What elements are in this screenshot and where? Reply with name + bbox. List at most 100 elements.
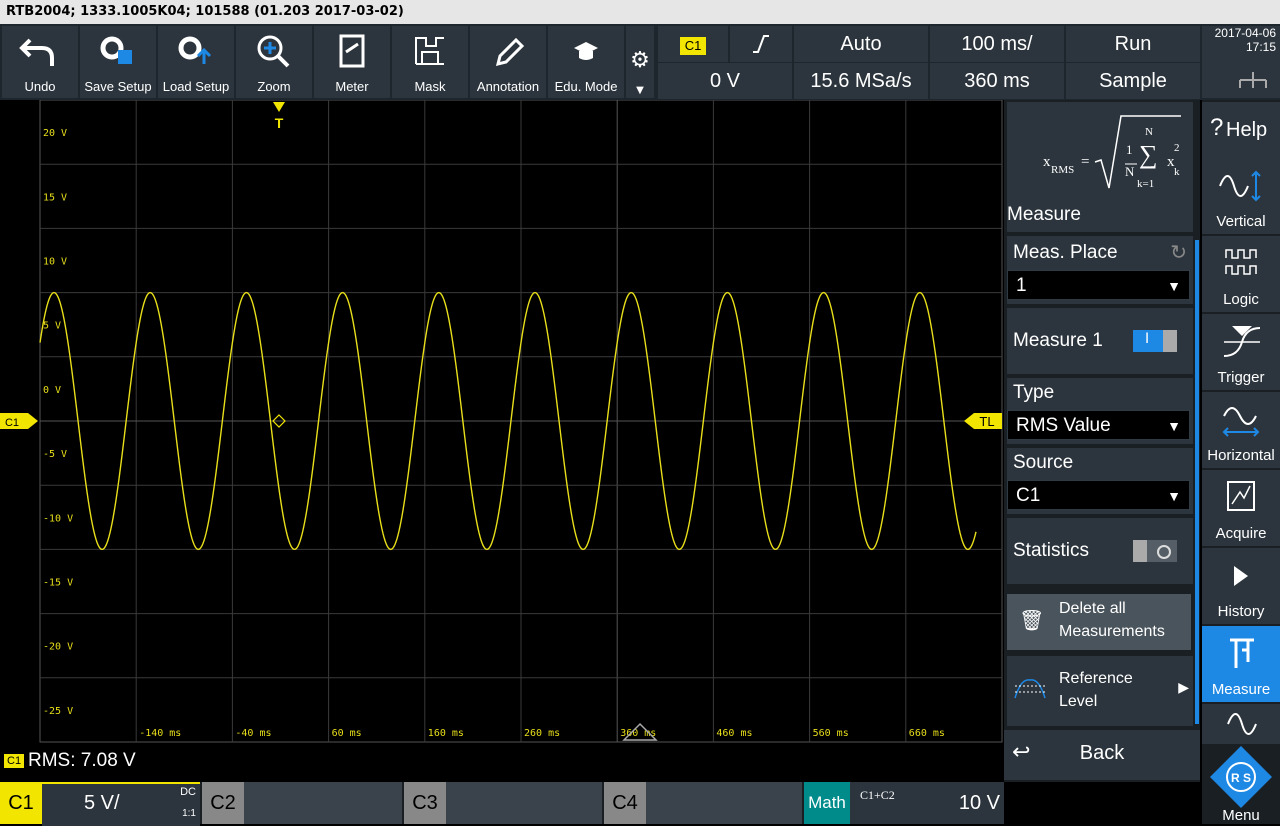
mask-icon xyxy=(415,37,444,65)
rising-edge-icon xyxy=(753,35,769,53)
measure-icon xyxy=(1230,638,1254,668)
save-setup-icon xyxy=(100,36,132,64)
clock-time: 17:15 xyxy=(1245,40,1276,54)
delete-all-measurements-button[interactable]: 🗑 Delete all Measurements xyxy=(1007,594,1191,650)
load-setup-icon xyxy=(178,36,212,64)
edu-mode-button[interactable]: Edu. Mode xyxy=(548,26,624,98)
graduation-cap-icon xyxy=(574,42,598,60)
vertical-button[interactable]: Vertical xyxy=(1202,158,1280,234)
channel-1-offset-marker[interactable]: C1 xyxy=(0,413,38,429)
y-tick-label: -25 V xyxy=(43,706,73,717)
trigger-mode-cell[interactable]: Auto xyxy=(794,26,928,62)
trigger-level-cell[interactable]: 0 V xyxy=(658,63,792,99)
waveform-display[interactable]: 20 V 15 V 10 V 5 V 0 V -5 V -10 V -15 V -20 V -25… xyxy=(0,100,1004,746)
statistics-row[interactable]: Statistics xyxy=(1007,518,1193,584)
trigger-source-badge: C1 xyxy=(679,37,707,55)
acquire-label: Acquire xyxy=(1215,525,1267,542)
reset-icon[interactable]: ↻ xyxy=(1170,240,1187,264)
trigger-label: Trigger xyxy=(1217,369,1265,386)
history-button[interactable]: History xyxy=(1202,548,1280,624)
panel-scrollbar[interactable] xyxy=(1195,240,1199,724)
load-setup-label: Load Setup xyxy=(162,79,230,94)
reference-level-button[interactable]: Reference Level ▶ xyxy=(1007,656,1193,726)
trigger-button[interactable]: Trigger xyxy=(1202,314,1280,390)
help-label: Help xyxy=(1226,119,1268,141)
undo-label: Undo xyxy=(24,79,56,94)
mask-button[interactable]: Mask xyxy=(392,26,468,98)
back-button[interactable]: ↩ Back xyxy=(1004,730,1200,780)
y-tick-label: -5 V xyxy=(43,449,67,460)
reference-label-1: Reference xyxy=(1059,670,1133,687)
meter-label: Meter xyxy=(335,79,369,94)
acquisition-mode-cell[interactable]: Sample xyxy=(1066,63,1200,99)
x-tick-label: 160 ms xyxy=(428,728,464,739)
math-tag[interactable]: Math xyxy=(804,782,850,824)
measure1-label: Measure 1 xyxy=(1013,330,1103,351)
sine-icon xyxy=(1227,713,1257,735)
trigger-marker-text: T xyxy=(275,115,284,131)
logic-label: Logic xyxy=(1223,291,1259,308)
measure1-row[interactable]: Measure 1 I xyxy=(1007,308,1193,374)
rms-formula: x RMS = 1 N N ∑ k=1 x 2 k xyxy=(1043,110,1193,200)
type-select[interactable]: RMS Value ▼ xyxy=(1007,410,1190,440)
annotation-label: Annotation xyxy=(476,79,540,94)
annotation-button[interactable]: Annotation xyxy=(470,26,546,98)
edu-mode-label: Edu. Mode xyxy=(554,79,618,94)
math-expression: C1+C2 xyxy=(860,788,895,802)
channel-2-settings[interactable] xyxy=(244,782,402,824)
channel-marker-text: C1 xyxy=(5,417,19,429)
acquire-icon xyxy=(1227,481,1255,511)
sample-rate-cell[interactable]: 15.6 MSa/s xyxy=(794,63,928,99)
trigger-slope-cell[interactable] xyxy=(730,26,792,62)
x-tick-label: -140 ms xyxy=(139,728,181,739)
measure1-toggle[interactable]: I xyxy=(1133,330,1177,352)
trigger-source-cell[interactable]: C1 xyxy=(658,26,728,62)
math-sine-button[interactable] xyxy=(1202,704,1280,744)
menu-label: Menu xyxy=(1222,807,1260,824)
channel-4-tag[interactable]: C4 xyxy=(604,782,646,824)
result-channel-badge: C1 xyxy=(4,754,25,768)
meter-button[interactable]: Meter xyxy=(314,26,390,98)
run-state-cell[interactable]: Run xyxy=(1066,26,1200,62)
y-tick-label: 5 V xyxy=(43,321,61,332)
time-scale-cell[interactable]: 100 ms/ xyxy=(930,26,1064,62)
settings-button[interactable]: ⚙ ▼ xyxy=(626,26,654,98)
channel-2-tag[interactable]: C2 xyxy=(202,782,244,824)
meas-place-select[interactable]: 1 ▼ xyxy=(1007,270,1190,300)
pencil-icon xyxy=(495,37,525,67)
statistics-toggle[interactable] xyxy=(1133,540,1177,562)
x-axis-labels: -140 ms -40 ms 60 ms 160 ms 260 ms 360 ms 460 … xyxy=(139,728,945,739)
zoom-button[interactable]: Zoom xyxy=(236,26,312,98)
chevron-down-icon: ▼ xyxy=(1167,278,1181,294)
horizontal-sine-icon xyxy=(1222,407,1260,437)
channel-3-settings[interactable] xyxy=(446,782,602,824)
channel-4-settings[interactable] xyxy=(646,782,802,824)
x-tick-label: 660 ms xyxy=(909,728,945,739)
play-icon xyxy=(1234,566,1248,586)
horizontal-button[interactable]: Horizontal xyxy=(1202,392,1280,468)
vertical-label: Vertical xyxy=(1216,213,1266,230)
undo-button[interactable]: Undo xyxy=(2,26,78,98)
menu-button[interactable]: R S Menu xyxy=(1202,744,1280,824)
load-setup-button[interactable]: Load Setup xyxy=(158,26,234,98)
zoom-icon xyxy=(257,35,290,68)
channel-3-tag[interactable]: C3 xyxy=(404,782,446,824)
channel-1-scale: 5 V/ xyxy=(84,792,120,814)
math-settings[interactable]: C1+C2 10 V xyxy=(850,782,1004,824)
trigger-icon xyxy=(1223,326,1261,357)
mask-label: Mask xyxy=(414,79,446,94)
reference-level-icon xyxy=(1014,679,1046,699)
channel-1-coupling: DC xyxy=(180,786,196,798)
channel-1-settings[interactable]: 5 V/ DC 1:1 xyxy=(42,782,200,826)
source-select[interactable]: C1 ▼ xyxy=(1007,480,1190,510)
measure-button[interactable]: Measure xyxy=(1202,626,1280,702)
save-setup-button[interactable]: Save Setup xyxy=(80,26,156,98)
measurement-result-row: C1 RMS: 7.08 V xyxy=(0,746,1004,780)
channel-1-tag[interactable]: C1 xyxy=(0,782,42,824)
chevron-right-icon: ▶ xyxy=(1178,680,1189,696)
logic-button[interactable]: Logic xyxy=(1202,236,1280,312)
acquire-button[interactable]: Acquire xyxy=(1202,470,1280,546)
time-position-cell[interactable]: 360 ms xyxy=(930,63,1064,99)
x-tick-label: 60 ms xyxy=(332,728,362,739)
y-tick-label: 10 V xyxy=(43,257,67,268)
